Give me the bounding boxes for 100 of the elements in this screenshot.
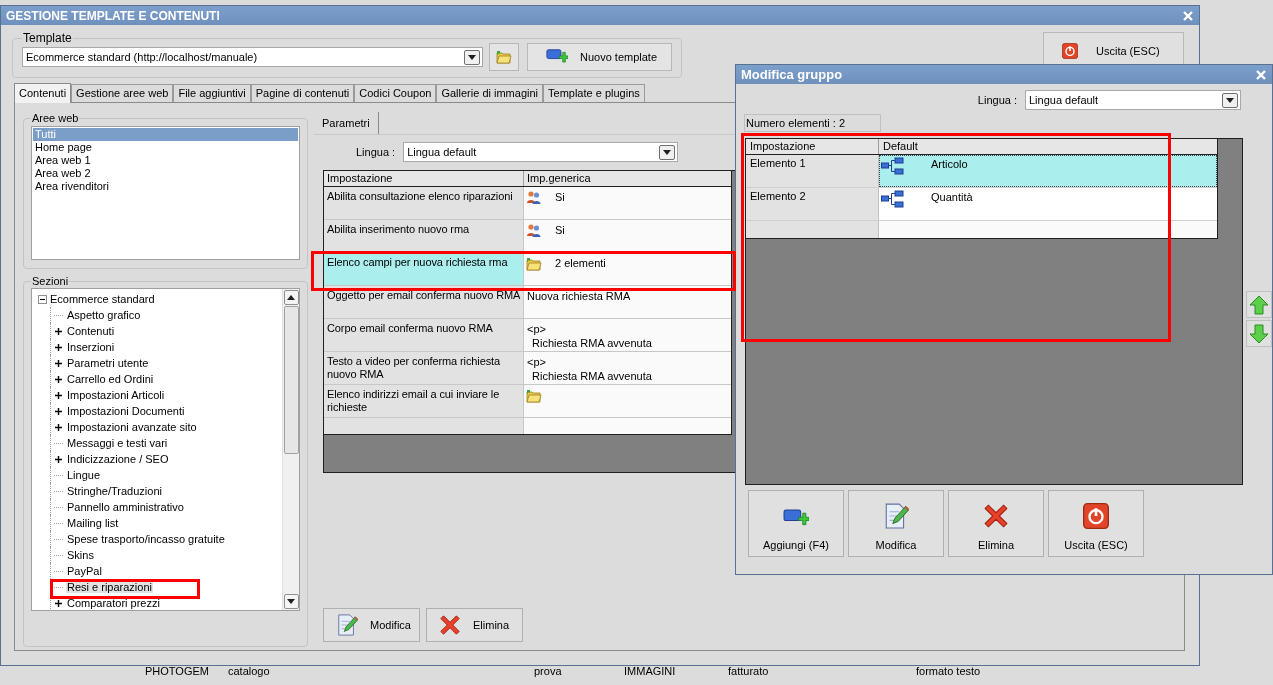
tree-item[interactable]: Impostazioni avanzate sito — [66, 421, 198, 433]
tree-item[interactable]: Ecommerce standard — [50, 290, 155, 308]
scroll-up-icon[interactable] — [287, 295, 295, 300]
table-row[interactable]: Articolo — [879, 155, 1217, 187]
tab[interactable]: Gallerie di immagini — [436, 84, 544, 102]
plus-icon[interactable] — [54, 598, 63, 608]
tree-item[interactable]: Comparatori prezzi — [66, 597, 161, 609]
group-title: Template — [22, 32, 73, 44]
list-item[interactable]: Area rivenditori — [33, 180, 298, 193]
list-item[interactable]: Home page — [33, 141, 298, 154]
plus-icon[interactable] — [54, 390, 63, 400]
plus-icon[interactable] — [54, 422, 63, 432]
scrollbar[interactable] — [282, 289, 299, 610]
dropdown-field[interactable]: Ecommerce standard (http://localhost/manuale) — [22, 47, 483, 67]
window-title: Modifica gruppo — [741, 65, 843, 84]
column-header[interactable]: Impostazione — [324, 171, 524, 186]
caret-down-icon — [1226, 97, 1234, 103]
column-header[interactable]: Imp.generica — [524, 171, 731, 186]
field-label: Lingua : — [356, 144, 396, 160]
desktop-icon-label[interactable]: fatturato — [728, 663, 769, 680]
table-cell: Elemento 1 — [746, 155, 879, 187]
edit-icon — [336, 614, 358, 636]
plus-icon[interactable] — [54, 326, 63, 336]
tree-item[interactable]: Mailing list — [66, 517, 120, 529]
list-item[interactable]: Area web 2 — [33, 167, 298, 180]
edit-button[interactable]: Modifica — [323, 608, 420, 642]
tab[interactable]: Contenuti — [14, 83, 72, 103]
column-header[interactable]: Default — [879, 139, 1217, 154]
desktop-icon-label[interactable]: catalogo — [228, 663, 270, 680]
move-up-button[interactable] — [1246, 291, 1272, 318]
tree-item[interactable]: Impostazioni Documenti — [66, 405, 186, 417]
caret-down-icon — [663, 149, 672, 155]
plus-icon[interactable] — [54, 454, 63, 464]
table-cell: Corpo email conferma nuovo RMA — [324, 319, 524, 351]
table-cell: Si — [555, 223, 565, 237]
tree-item[interactable]: Spese trasporto/incasso gratuite — [66, 533, 226, 545]
folder-icon — [526, 256, 542, 272]
table-cell: Articolo — [931, 157, 968, 171]
list-item[interactable]: Area web 1 — [33, 154, 298, 167]
plus-icon[interactable] — [54, 342, 63, 352]
scroll-down-icon[interactable] — [287, 599, 295, 604]
tree-item[interactable]: Pannello amministrativo — [66, 501, 185, 513]
table-cell: Abilita inserimento nuovo rma — [324, 220, 524, 252]
table-cell: Abilita consultazione elenco riparazioni — [324, 187, 524, 219]
table-cell-text: <p> — [527, 322, 547, 336]
table-cell: Elenco indirizzi email a cui inviare le richieste — [324, 385, 524, 417]
delete-button[interactable]: Elimina — [426, 608, 523, 642]
group-title: Sezioni — [31, 275, 70, 287]
tab[interactable]: Gestione aree web — [71, 84, 174, 102]
tree-item[interactable]: Messaggi e testi vari — [66, 437, 169, 449]
move-down-button[interactable] — [1246, 320, 1272, 347]
new-template-button[interactable]: Nuovo template — [527, 43, 672, 71]
exit-button[interactable]: Uscita (ESC) — [1048, 490, 1144, 557]
tree-item[interactable]: Resi e riparazioni — [66, 581, 153, 593]
element-count: Numero elementi : 2 — [744, 114, 881, 132]
desktop-icon-label[interactable]: IMMAGINI — [624, 663, 676, 680]
tree-item[interactable]: Impostazioni Articoli — [66, 389, 166, 401]
plus-icon[interactable] — [54, 374, 63, 384]
plus-icon[interactable] — [54, 406, 63, 416]
tree-item[interactable]: PayPal — [66, 565, 103, 577]
folder-icon — [496, 49, 512, 65]
close-icon[interactable] — [1182, 9, 1194, 22]
tree-item[interactable]: Indicizzazione / SEO — [66, 453, 170, 465]
table-cell-text: Richiesta RMA avvenuta — [531, 336, 652, 350]
plus-icon[interactable] — [54, 358, 63, 368]
tree-item[interactable]: Skins — [66, 549, 95, 561]
hierarchy-icon — [881, 157, 904, 175]
group-title: Aree web — [31, 112, 80, 124]
delete-icon — [983, 502, 1009, 529]
field-label: Lingua : — [977, 92, 1017, 108]
tab[interactable]: Pagine di contenuti — [250, 84, 355, 102]
delete-button[interactable]: Elimina — [948, 490, 1044, 557]
window-title: GESTIONE TEMPLATE E CONTENUTI — [6, 7, 220, 25]
close-icon[interactable] — [1255, 68, 1267, 81]
tree-item[interactable]: Aspetto grafico — [66, 309, 142, 321]
desktop-icon-label[interactable]: formato testo — [916, 663, 981, 680]
desktop-icon-label[interactable]: prova — [534, 663, 562, 680]
minus-icon[interactable] — [37, 294, 47, 304]
tree-item[interactable]: Contenuti — [66, 325, 116, 337]
users-icon — [526, 223, 542, 237]
users-icon — [526, 190, 542, 204]
edit-button[interactable]: Modifica — [848, 490, 944, 557]
tree-item[interactable]: Parametri utente — [66, 357, 150, 369]
dropdown-field[interactable]: Lingua default — [403, 142, 679, 162]
table-cell: Testo a video per conferma richiesta nuovo RMA — [324, 352, 524, 384]
column-header[interactable]: Impostazione — [746, 139, 879, 154]
tree-item[interactable]: Carrello ed Ordini — [66, 373, 155, 385]
power-icon — [1062, 43, 1078, 59]
delete-icon — [439, 614, 461, 636]
tab[interactable]: Codici Coupon — [354, 84, 437, 102]
tree-item[interactable]: Lingue — [66, 469, 102, 481]
desktop-icon-label[interactable]: PHOTOGEM — [145, 663, 209, 680]
dropdown-field[interactable]: Lingua default — [1025, 90, 1241, 110]
tree-item[interactable]: Stringhe/Traduzioni — [66, 485, 163, 497]
caret-down-icon — [468, 54, 476, 60]
tab[interactable]: File aggiuntivi — [173, 84, 251, 102]
tab[interactable]: Template e plugins — [543, 84, 645, 102]
tree-item[interactable]: Inserzioni — [66, 341, 116, 353]
scroll-thumb[interactable] — [283, 306, 299, 454]
add-button[interactable]: Aggiungi (F4) — [748, 490, 844, 557]
